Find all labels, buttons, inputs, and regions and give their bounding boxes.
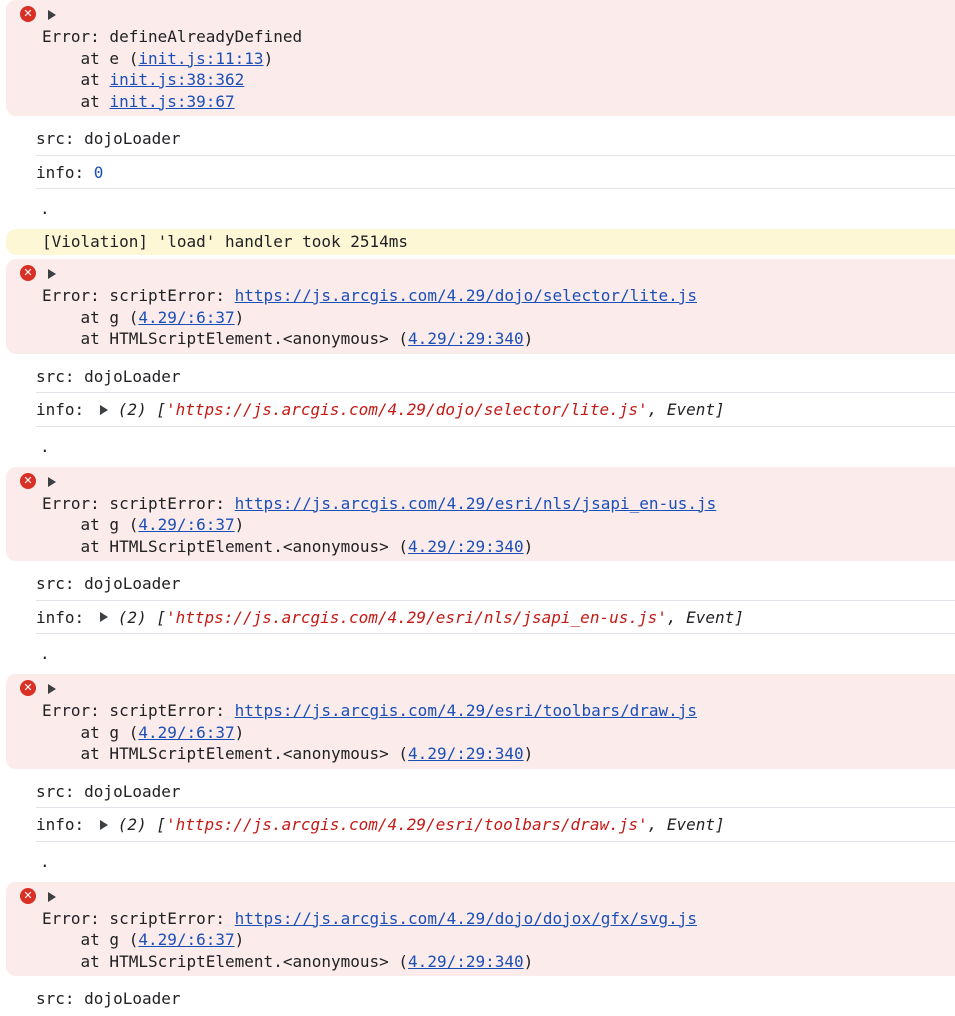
error-x-icon: ✕ bbox=[20, 265, 36, 281]
stack-link[interactable]: 4.29/:6:37 bbox=[138, 723, 234, 742]
src-row: src: dojoLoader bbox=[36, 360, 955, 393]
stack-suffix: ) bbox=[234, 722, 245, 742]
src-row: src: dojoLoader bbox=[36, 989, 181, 1008]
info-label: info: bbox=[36, 815, 94, 834]
stack-prefix: at g ( bbox=[42, 930, 139, 949]
stack-link[interactable]: 4.29/:6:37 bbox=[138, 515, 234, 534]
error-x-icon: ✕ bbox=[20, 6, 36, 22]
info-row[interactable]: info: (2) ['https://js.arcgis.com/4.29/e… bbox=[36, 601, 955, 634]
info-row: info: 0 bbox=[36, 156, 955, 189]
src-row: src: dojoLoader bbox=[36, 567, 955, 601]
expand-triangle-icon[interactable] bbox=[48, 891, 56, 902]
stack-prefix: at g ( bbox=[42, 722, 139, 742]
stack-suffix: ) bbox=[234, 930, 245, 949]
stack-prefix: at g ( bbox=[42, 515, 139, 534]
stack-link[interactable]: 4.29/:29:340 bbox=[408, 952, 524, 971]
error-text: Error: scriptError: bbox=[42, 701, 235, 720]
stack-suffix: ) bbox=[234, 307, 245, 327]
info-label: info: bbox=[36, 400, 94, 419]
stack-link[interactable]: 4.29/:6:37 bbox=[138, 308, 234, 327]
expand-triangle-icon[interactable] bbox=[99, 819, 108, 830]
stack-prefix: at HTMLScriptElement.<anonymous> ( bbox=[42, 536, 409, 556]
expand-triangle-icon[interactable] bbox=[48, 269, 56, 279]
expand-triangle-icon[interactable] bbox=[48, 10, 56, 20]
dot-row: . bbox=[40, 436, 50, 456]
error-url-link[interactable]: https://js.arcgis.com/4.29/esri/nls/jsap… bbox=[235, 494, 717, 513]
stack-suffix: ) bbox=[234, 515, 245, 534]
stack-link[interactable]: 4.29/:6:37 bbox=[138, 930, 234, 949]
stack-suffix: ) bbox=[263, 48, 274, 68]
stack-prefix: at g ( bbox=[42, 307, 139, 327]
src-row: src: dojoLoader bbox=[36, 122, 955, 156]
error-x-icon: ✕ bbox=[20, 680, 36, 696]
info-rest: , Event] bbox=[666, 607, 744, 627]
stack-prefix: at HTMLScriptElement.<anonymous> ( bbox=[42, 329, 409, 348]
info-count: (2) [ bbox=[117, 607, 166, 627]
error-url-link[interactable]: https://js.arcgis.com/4.29/esri/toolbars… bbox=[235, 701, 697, 720]
stack-link[interactable]: 4.29/:29:340 bbox=[408, 329, 524, 348]
stack-prefix: at e ( bbox=[42, 48, 139, 68]
dot-row: . bbox=[40, 199, 50, 218]
stack-link[interactable]: 4.29/:29:340 bbox=[408, 744, 524, 763]
stack-suffix: ) bbox=[523, 744, 534, 763]
error-message-selector-lite[interactable]: ✕ Error: scriptError: https://js.arcgis.… bbox=[6, 259, 955, 354]
info-string: 'https://js.arcgis.com/4.29/dojo/selecto… bbox=[165, 400, 648, 419]
error-x-icon: ✕ bbox=[20, 472, 36, 489]
error-text: Error: scriptError: bbox=[42, 493, 235, 513]
info-row[interactable]: info: (2) ['https://js.arcgis.com/4.29/d… bbox=[36, 393, 955, 427]
expand-triangle-icon[interactable] bbox=[48, 476, 56, 487]
info-string: 'https://js.arcgis.com/4.29/esri/toolbar… bbox=[165, 815, 648, 834]
dot-row: . bbox=[40, 644, 50, 663]
info-rest: , Event] bbox=[647, 400, 725, 419]
error-message-jsapi-nls[interactable]: ✕ Error: scriptError: https://js.arcgis.… bbox=[6, 466, 955, 561]
info-row[interactable]: info: (2) ['https://js.arcgis.com/4.29/e… bbox=[36, 808, 955, 842]
error-text: Error: scriptError: bbox=[42, 286, 235, 305]
error-text: Error: defineAlreadyDefined bbox=[42, 27, 303, 46]
info-label: info: bbox=[36, 162, 94, 182]
stack-prefix: at bbox=[42, 70, 110, 89]
dot-row: . bbox=[40, 851, 50, 871]
stack-suffix: ) bbox=[523, 536, 534, 556]
console-log: ✕ Error: defineAlreadyDefined at e (init… bbox=[0, 0, 955, 1016]
error-url-link[interactable]: https://js.arcgis.com/4.29/dojo/dojox/gf… bbox=[235, 909, 697, 928]
stack-prefix: at HTMLScriptElement.<anonymous> ( bbox=[42, 951, 409, 971]
expand-triangle-icon[interactable] bbox=[99, 404, 108, 415]
stack-suffix: ) bbox=[523, 329, 534, 348]
stack-link[interactable]: init.js:39:67 bbox=[109, 92, 234, 111]
stack-link[interactable]: init.js:11:13 bbox=[138, 49, 263, 68]
stack-prefix: at bbox=[42, 91, 110, 111]
stack-suffix: ) bbox=[523, 951, 534, 971]
info-string: 'https://js.arcgis.com/4.29/esri/nls/jsa… bbox=[165, 607, 667, 627]
info-rest: , Event] bbox=[647, 815, 725, 834]
error-url-link[interactable]: https://js.arcgis.com/4.29/dojo/selector… bbox=[235, 286, 697, 305]
stack-link[interactable]: 4.29/:29:340 bbox=[408, 537, 524, 556]
src-row: src: dojoLoader bbox=[36, 775, 955, 808]
expand-triangle-icon[interactable] bbox=[99, 612, 108, 622]
error-message-define[interactable]: ✕ Error: defineAlreadyDefined at e (init… bbox=[6, 0, 955, 116]
error-text: Error: scriptError: bbox=[42, 908, 235, 928]
violation-warning: [Violation] 'load' handler took 2514ms bbox=[6, 229, 955, 255]
error-x-icon: ✕ bbox=[20, 887, 36, 904]
error-message-gfx-svg[interactable]: ✕ Error: scriptError: https://js.arcgis.… bbox=[6, 881, 955, 976]
stack-prefix: at HTMLScriptElement.<anonymous> ( bbox=[42, 744, 409, 763]
stack-link[interactable]: init.js:38:362 bbox=[109, 70, 244, 89]
info-value: 0 bbox=[93, 162, 104, 182]
info-count: (2) [ bbox=[117, 815, 166, 834]
info-count: (2) [ bbox=[117, 400, 166, 419]
error-message-toolbars-draw[interactable]: ✕ Error: scriptError: https://js.arcgis.… bbox=[6, 674, 955, 769]
info-label: info: bbox=[36, 607, 94, 627]
expand-triangle-icon[interactable] bbox=[48, 684, 56, 694]
